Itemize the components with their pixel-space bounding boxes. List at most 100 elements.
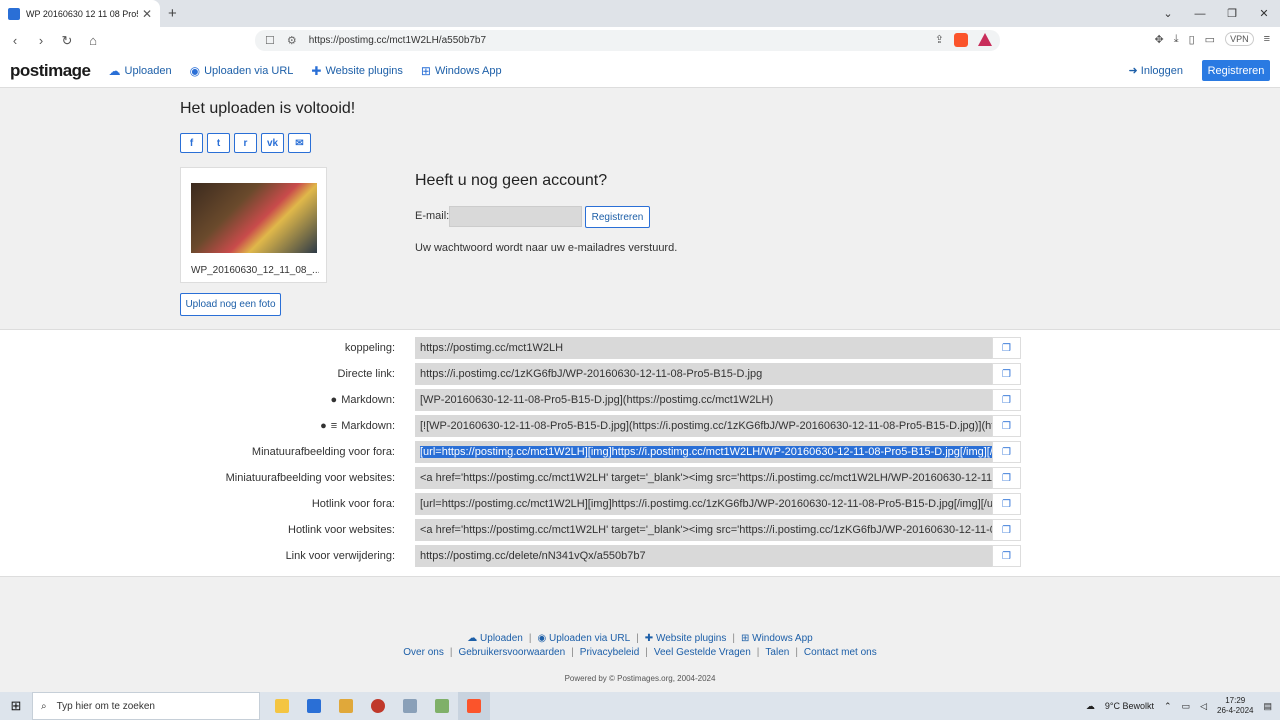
menu-icon[interactable]: ≡ xyxy=(1264,33,1270,45)
app-icon-4[interactable] xyxy=(362,692,394,720)
copy-icon[interactable]: ❐ xyxy=(992,337,1021,359)
clock-time: 17:29 xyxy=(1225,696,1246,705)
close-window-icon[interactable]: ✕ xyxy=(1248,0,1280,27)
footer-link-talen[interactable]: Talen xyxy=(765,647,789,658)
link-field[interactable]: https://i.postimg.cc/1zKG6fbJ/WP-2016063… xyxy=(415,363,992,385)
address-bar[interactable]: ☐ ⚙ https://postimg.cc/mct1W2LH/a550b7b7… xyxy=(255,30,1000,51)
minimize-icon[interactable]: — xyxy=(1184,0,1216,27)
link-row-markdown-reddit: ● Markdown: [WP-20160630-12-11-08-Pro5-B1… xyxy=(0,389,1280,411)
copy-icon[interactable]: ❐ xyxy=(992,519,1021,541)
forward-icon[interactable]: › xyxy=(30,33,52,48)
weather-text[interactable]: 9°C Bewolkt xyxy=(1105,701,1154,711)
copy-icon[interactable]: ❐ xyxy=(992,545,1021,567)
footer-link-plugins[interactable]: ✚ Website plugins xyxy=(645,633,727,644)
new-tab-button[interactable]: + xyxy=(168,5,177,22)
clock[interactable]: 17:29 26-4-2024 xyxy=(1217,696,1253,716)
system-tray: ☁ 9°C Bewolkt ⌃ ▭ ◁ 17:29 26-4-2024 ▤ xyxy=(1086,692,1272,720)
nav-website-plugins[interactable]: ✚ Website plugins xyxy=(311,64,403,78)
email-field[interactable] xyxy=(449,206,582,227)
downloads-icon[interactable]: ⤓ xyxy=(1174,33,1179,46)
copy-icon[interactable]: ❐ xyxy=(992,363,1021,385)
notification-icon[interactable]: ▤ xyxy=(1263,701,1272,712)
share-icon[interactable]: ⇪ xyxy=(935,33,944,47)
link-row-hotlink-fora: Hotlink voor fora: [url=https://postimg.… xyxy=(0,493,1280,515)
footer-link-windows-app[interactable]: ⊞ Windows App xyxy=(741,633,813,644)
link-field[interactable]: https://postimg.cc/mct1W2LH xyxy=(415,337,992,359)
copy-icon[interactable]: ❐ xyxy=(992,467,1021,489)
link-label: ● ≡ Markdown: xyxy=(320,420,395,432)
reddit-share-button[interactable]: r xyxy=(234,133,257,153)
tab-title: WP 20160630 12 11 08 Pro5 B1 xyxy=(26,8,138,19)
reddit-icon: ● xyxy=(330,394,338,406)
thumbnail-card[interactable]: WP_20160630_12_11_08_... xyxy=(180,167,327,283)
store-icon[interactable] xyxy=(298,692,330,720)
email-share-button[interactable]: ✉ xyxy=(288,133,311,153)
app-icon-3[interactable] xyxy=(330,692,362,720)
separator: | xyxy=(795,647,798,658)
uploaded-image-thumbnail[interactable] xyxy=(191,183,317,253)
file-explorer-icon[interactable] xyxy=(266,692,298,720)
bookmark-icon[interactable]: ☐ xyxy=(265,34,275,47)
volume-icon[interactable]: ◁ xyxy=(1200,701,1207,712)
brave-shields-icon[interactable] xyxy=(954,33,968,47)
copy-icon[interactable]: ❐ xyxy=(992,415,1021,437)
footer-link-contact[interactable]: Contact met ons xyxy=(804,647,877,658)
copy-icon[interactable]: ❐ xyxy=(992,493,1021,515)
tab-search-chevron-icon[interactable]: ⌄ xyxy=(1152,0,1184,27)
postimage-logo[interactable]: postimage xyxy=(10,61,91,81)
copy-icon[interactable]: ❐ xyxy=(992,389,1021,411)
twitter-share-button[interactable]: t xyxy=(207,133,230,153)
upload-another-button[interactable]: Upload nog een foto xyxy=(180,293,281,316)
nav-uploaden[interactable]: ☁ Uploaden xyxy=(109,64,172,78)
close-tab-icon[interactable]: ✕ xyxy=(142,7,152,21)
powered-by: Powered by © Postimages.org, 2004-2024 xyxy=(564,674,716,683)
footer-link-url[interactable]: ◉ Uploaden via URL xyxy=(537,633,630,644)
chevron-up-icon[interactable]: ⌃ xyxy=(1164,701,1172,712)
brave-rewards-icon[interactable] xyxy=(978,33,992,46)
vpn-button[interactable]: VPN xyxy=(1225,32,1254,46)
nav-windows-app[interactable]: ⊞ Windows App xyxy=(421,64,502,78)
nav-label: Uploaden xyxy=(124,64,172,77)
link-label: ● Markdown: xyxy=(331,394,395,406)
brave-browser-icon[interactable] xyxy=(458,692,490,720)
footer-link-over-ons[interactable]: Over ons xyxy=(403,647,444,658)
footer-link-faq[interactable]: Veel Gestelde Vragen xyxy=(654,647,751,658)
home-icon[interactable]: ⌂ xyxy=(82,33,104,48)
restore-icon[interactable]: ❐ xyxy=(1216,0,1248,27)
footer-link-privacy[interactable]: Privacybeleid xyxy=(580,647,639,658)
link-field[interactable]: https://postimg.cc/delete/nN341vQx/a550b… xyxy=(415,545,992,567)
account-register-button[interactable]: Registreren xyxy=(585,206,650,228)
network-icon[interactable]: ▭ xyxy=(1182,701,1191,712)
link-field[interactable]: [url=https://postimg.cc/mct1W2LH][img]ht… xyxy=(415,493,992,515)
taskbar-search[interactable]: ⌕ Typ hier om te zoeken xyxy=(32,692,260,720)
reload-icon[interactable]: ↻ xyxy=(56,33,78,49)
browser-tab[interactable]: WP 20160630 12 11 08 Pro5 B1 ✕ xyxy=(0,0,160,27)
link-field[interactable]: <a href='https://postimg.cc/mct1W2LH' ta… xyxy=(415,519,992,541)
login-label: Inloggen xyxy=(1140,65,1183,77)
extensions-icon[interactable]: ✥ xyxy=(1155,33,1164,46)
link-label: koppeling: xyxy=(344,342,395,354)
weather-icon[interactable]: ☁ xyxy=(1086,701,1095,712)
login-link[interactable]: ➜ Inloggen xyxy=(1129,64,1184,77)
vk-share-button[interactable]: vk xyxy=(261,133,284,153)
back-icon[interactable]: ‹ xyxy=(4,33,26,48)
postimage-favicon-icon xyxy=(8,7,20,20)
site-info-icon[interactable]: ⚙ xyxy=(287,34,297,47)
windows-start-icon[interactable]: ⊞ xyxy=(0,692,32,720)
wallet-icon[interactable]: ▭ xyxy=(1205,33,1215,46)
link-field[interactable]: [url=https://postimg.cc/mct1W2LH][img]ht… xyxy=(415,441,992,463)
url-text[interactable]: https://postimg.cc/mct1W2LH/a550b7b7 xyxy=(309,35,486,46)
register-button[interactable]: Registreren xyxy=(1202,60,1270,81)
nav-uploaden-via-url[interactable]: ◉ Uploaden via URL xyxy=(190,64,294,78)
sidebar-icon[interactable]: ▯ xyxy=(1189,33,1195,46)
facebook-share-button[interactable]: f xyxy=(180,133,203,153)
footer-link-voorwaarden[interactable]: Gebruikersvoorwaarden xyxy=(458,647,565,658)
app-icon-6[interactable] xyxy=(426,692,458,720)
app-icon-5[interactable] xyxy=(394,692,426,720)
footer-link-uploaden[interactable]: ☁ Uploaden xyxy=(467,633,523,644)
copy-icon[interactable]: ❐ xyxy=(992,441,1021,463)
link-field[interactable]: <a href='https://postimg.cc/mct1W2LH' ta… xyxy=(415,467,992,489)
share-links-section: koppeling: https://postimg.cc/mct1W2LH ❐… xyxy=(0,329,1280,577)
link-field[interactable]: [![WP-20160630-12-11-08-Pro5-B15-D.jpg](… xyxy=(415,415,992,437)
link-field[interactable]: [WP-20160630-12-11-08-Pro5-B15-D.jpg](ht… xyxy=(415,389,992,411)
